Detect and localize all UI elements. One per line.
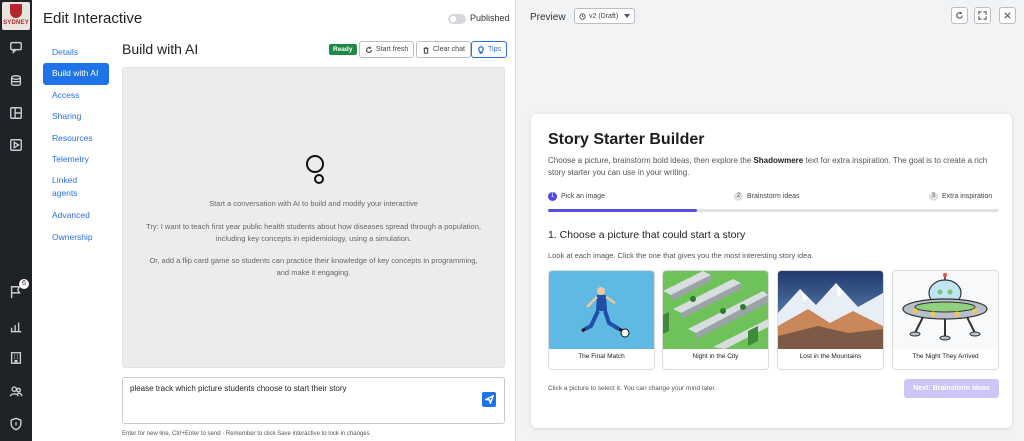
progress-bar [548,209,999,212]
example-prompt-1: Try: I want to teach first year public h… [146,222,481,231]
step-label: Brainstorm ideas [747,193,800,200]
notification-badge: 6 [19,279,29,289]
clear-chat-label: Clear chat [433,46,465,53]
expand-preview-button[interactable] [974,7,991,24]
subnav-item-resources[interactable]: Resources [43,128,109,149]
send-button[interactable] [482,392,496,407]
university-logo[interactable]: SYDNEY [2,2,30,30]
step-number: 3 [929,192,938,201]
step-2: 2 Brainstorm ideas [734,192,800,201]
subnav-item-linked-agents[interactable]: Linked agents [43,170,93,205]
chat-history: Start a conversation with AI to build an… [122,67,505,368]
subnav-item-sharing[interactable]: Sharing [43,106,109,127]
subnav-item-access[interactable]: Access [43,85,109,106]
version-select[interactable]: v2 (Draft) [574,8,635,24]
start-fresh-label: Start fresh [376,46,409,53]
step-3: 3 Extra inspiration [929,192,992,201]
status-badge: Ready [329,44,357,55]
desc-text: Choose a picture, brainstorm bold ideas,… [548,156,754,165]
building-icon[interactable] [8,350,24,366]
picture-card-lost-mountains[interactable]: Lost in the Mountains [777,270,884,370]
story-title: Story Starter Builder [548,131,705,148]
step-label: Pick an image [561,193,605,200]
subnav-item-ownership[interactable]: Ownership [43,227,109,248]
users-icon[interactable] [8,383,24,399]
picture-label: The Night They Arrived [912,353,979,360]
published-label: Published [470,13,510,23]
empty-state-title: Start a conversation with AI to build an… [209,199,418,208]
step-number: 2 [734,192,743,201]
trash-icon [423,46,429,54]
section-title: Build with AI [122,41,199,57]
preview-label: Preview [530,12,566,23]
example-prompt-1-cont: including key concepts in epidemiology, … [215,234,412,243]
progress-fill [548,209,697,212]
clock-icon [579,12,586,20]
ufo-image [893,271,998,349]
desc-bold-text: Shadowmere [753,156,804,165]
step-number: 1 [548,192,557,201]
start-fresh-button[interactable]: Start fresh [359,41,415,58]
step-1: 1 Pick an image [548,192,605,201]
chevron-down-icon [624,14,630,18]
editor-subnav: Details Build with AI Access Sharing Res… [43,42,109,248]
version-value: v2 (Draft) [589,12,619,20]
input-hint: Enter for new line, Ctrl+Enter to send ·… [122,431,370,437]
subnav-item-details[interactable]: Details [43,42,109,63]
story-starter-card: Story Starter Builder Choose a picture, … [531,114,1012,428]
story-description: Choose a picture, brainstorm bold ideas,… [548,155,1003,179]
clear-chat-button[interactable]: Clear chat [416,41,471,58]
picture-card-night-arrived[interactable]: The Night They Arrived [892,270,999,370]
example-prompt-2: Or, add a flip card game so students can… [149,256,478,265]
crest-icon [10,4,22,18]
question-title: 1. Choose a picture that could start a s… [548,229,746,241]
close-icon [1004,12,1011,19]
picture-card-night-city[interactable]: Night in the City [662,270,769,370]
selection-hint: Click a picture to select it. You can ch… [548,385,717,392]
app-rail: SYDNEY 6 [0,0,32,441]
picture-label: Night in the City [692,353,739,360]
subnav-item-advanced[interactable]: Advanced [43,205,109,226]
mountains-image [778,271,883,349]
database-icon[interactable] [8,73,24,89]
subnav-item-build-with-ai[interactable]: Build with AI [43,63,109,85]
layout-icon[interactable] [8,105,24,121]
published-toggle[interactable] [448,14,466,24]
page-title: Edit Interactive [43,10,143,27]
tips-label: Tips [488,46,501,53]
logo-text: SYDNEY [3,20,29,26]
message-input[interactable]: please track which picture students choo… [122,377,505,424]
soccer-player-image [549,271,654,349]
step-label: Extra inspiration [942,193,993,200]
refresh-icon [366,45,372,53]
question-instruction: Look at each image. Click the one that g… [548,251,814,260]
picture-label: The Final Match [578,353,625,360]
shield-icon[interactable] [8,416,24,432]
picture-label: Lost in the Mountains [799,353,862,360]
subnav-item-telemetry[interactable]: Telemetry [43,149,109,170]
message-input-value: please track which picture students choo… [130,384,347,393]
city-blocks-image [663,271,768,349]
close-preview-button[interactable] [999,7,1016,24]
play-icon[interactable] [8,137,24,153]
expand-icon [978,11,987,20]
lightbulb-icon [478,45,484,54]
next-brainstorm-button[interactable]: Next: Brainstorm ideas [904,379,999,398]
reload-preview-button[interactable] [951,7,968,24]
send-icon [484,395,494,404]
example-prompt-2-cont: and make it engaging. [276,268,351,277]
picture-card-final-match[interactable]: The Final Match [548,270,655,370]
chat-bubble-icon [306,155,324,184]
chat-icon[interactable] [8,39,24,55]
tips-button[interactable]: Tips [471,41,507,58]
bar-chart-icon[interactable] [8,318,24,334]
refresh-icon [956,11,963,19]
